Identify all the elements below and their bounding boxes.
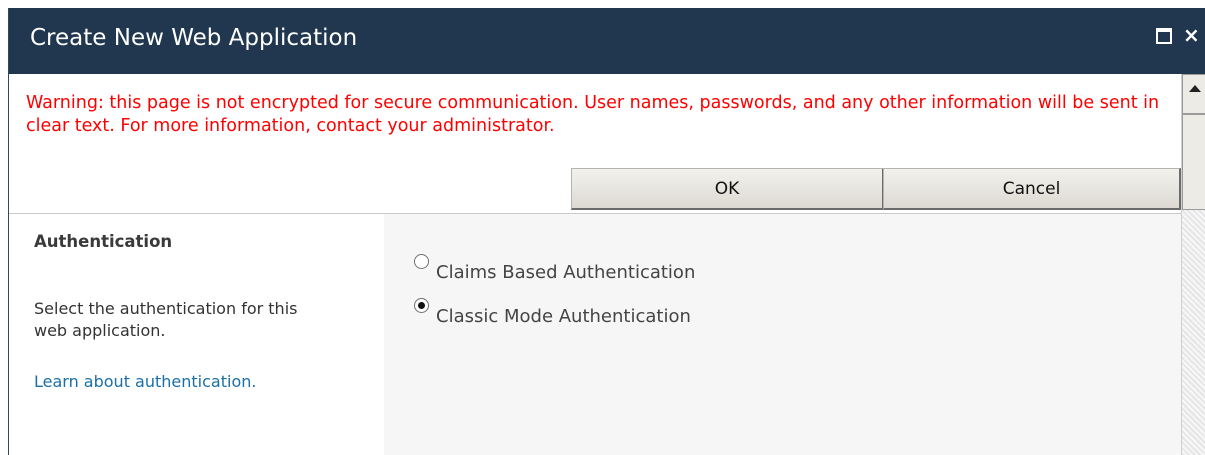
section-description-column: Authentication Select the authentication… (9, 214, 384, 455)
claims-based-label[interactable]: Claims Based Authentication (436, 262, 695, 283)
encryption-warning: Warning: this page is not encrypted for … (26, 93, 1160, 136)
create-web-application-dialog: Create New Web Application × Warning: th… (8, 8, 1205, 455)
claims-based-radio[interactable] (414, 254, 429, 269)
claims-based-option[interactable]: Claims Based Authentication (414, 254, 695, 283)
close-icon[interactable]: × (1183, 25, 1201, 45)
scrollbar-thumb[interactable] (1182, 114, 1205, 210)
maximize-icon[interactable] (1155, 26, 1173, 44)
cancel-button[interactable]: Cancel (883, 168, 1181, 210)
classic-mode-option[interactable]: Classic Mode Authentication (414, 298, 691, 327)
ok-button[interactable]: OK (571, 168, 884, 210)
vertical-scrollbar[interactable] (1181, 74, 1205, 455)
section-title: Authentication (34, 232, 173, 251)
section-description: Select the authentication for this web a… (34, 299, 298, 340)
classic-mode-label[interactable]: Classic Mode Authentication (436, 306, 691, 327)
scroll-up-arrow-icon[interactable] (1182, 74, 1205, 114)
learn-about-authentication-link[interactable]: Learn about authentication. (34, 372, 256, 391)
authentication-options-panel: Claims Based Authentication Classic Mode… (384, 214, 1181, 455)
classic-mode-radio[interactable] (414, 298, 429, 313)
dialog-title: Create New Web Application (30, 25, 358, 51)
dialog-titlebar: Create New Web Application × (9, 8, 1205, 74)
